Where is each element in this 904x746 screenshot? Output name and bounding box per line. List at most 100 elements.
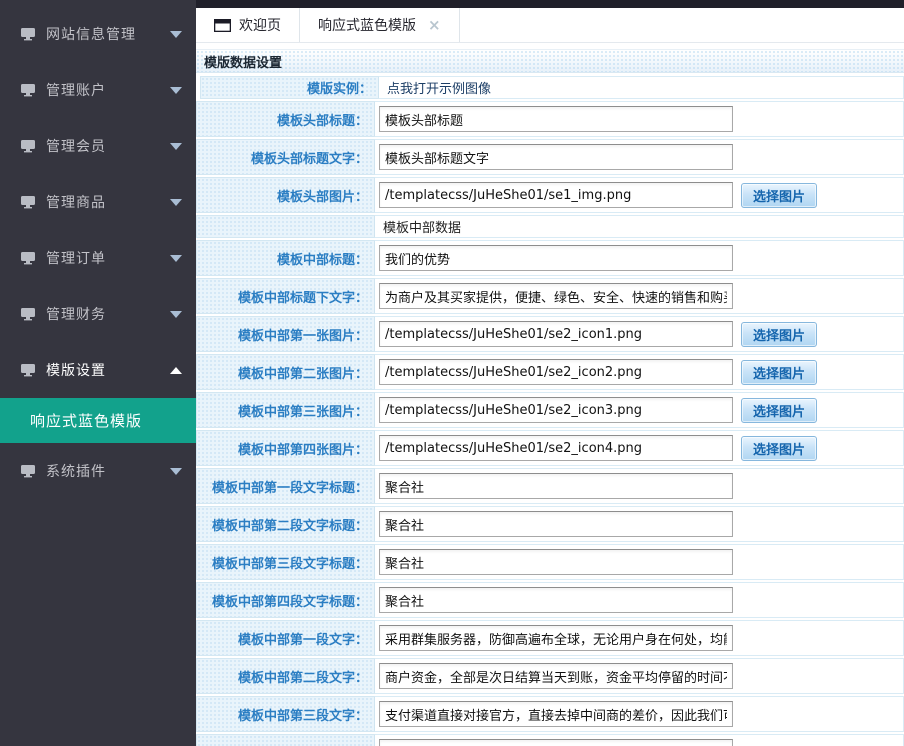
sidebar-item[interactable]: 模版设置 [0, 342, 196, 398]
field-value-cell: 选择图片 [374, 177, 904, 213]
field-label-cell: 模板中部标题： [196, 240, 374, 276]
field-label: 模板中部第二张图片： [238, 363, 368, 382]
choose-image-button[interactable]: 选择图片 [741, 398, 817, 423]
field-value-cell [374, 506, 904, 542]
field-input[interactable] [379, 283, 733, 309]
monitor-icon [20, 139, 36, 153]
field-label-cell: 模板中部第四段文字： [196, 734, 374, 746]
field-label-cell [196, 215, 374, 238]
field-input[interactable] [379, 739, 733, 746]
sidebar-item[interactable]: 管理商品 [0, 174, 196, 230]
field-label: 模板中部第二段文字： [238, 667, 368, 686]
field-label-cell: 模板头部图片： [196, 177, 374, 213]
tab-label: 响应式蓝色模版 [318, 15, 416, 35]
field-input[interactable] [379, 587, 733, 613]
form-row: 模板中部第四段文字： [196, 734, 904, 746]
chevron-down-icon [170, 87, 182, 94]
close-icon[interactable]: × [428, 16, 441, 34]
form-row: 模板中部第三段文字： [196, 696, 904, 732]
sidebar-item-label: 管理商品 [46, 192, 170, 212]
field-label: 模板中部第四段文字： [238, 743, 368, 746]
monitor-icon [20, 27, 36, 41]
field-label: 模板中部第四段文字标题： [212, 591, 368, 610]
field-label: 模板中部第二段文字标题： [212, 515, 368, 534]
sidebar-subitem-active[interactable]: 响应式蓝色模版 [0, 398, 196, 443]
field-value-cell: 选择图片 [374, 392, 904, 428]
field-value-cell: 选择图片 [374, 316, 904, 352]
field-input[interactable] [379, 359, 733, 385]
field-label: 模板中部标题下文字： [238, 287, 368, 306]
field-input[interactable] [379, 701, 733, 727]
field-label-cell: 模板中部第三段文字标题： [196, 544, 374, 580]
field-input[interactable] [379, 435, 733, 461]
field-label: 模版实例： [307, 78, 372, 97]
field-input[interactable] [379, 625, 733, 651]
field-label-cell: 模板头部标题文字： [196, 139, 374, 175]
tab-active[interactable]: 响应式蓝色模版 × [300, 8, 460, 42]
sidebar-item[interactable]: 管理账户 [0, 62, 196, 118]
sidebar-subitem-label: 响应式蓝色模版 [30, 410, 142, 431]
tab-label: 欢迎页 [239, 15, 281, 35]
sidebar-item[interactable]: 管理财务 [0, 286, 196, 342]
field-label: 模板中部第一段文字标题： [212, 477, 368, 496]
sidebar-item[interactable]: 管理订单 [0, 230, 196, 286]
field-label: 模板中部标题： [277, 249, 368, 268]
sidebar: 网站信息管理管理账户管理会员管理商品管理订单管理财务模版设置响应式蓝色模版系统插… [0, 0, 196, 746]
sidebar-item[interactable]: 系统插件 [0, 443, 196, 499]
section-title: 模板中部数据 [379, 217, 461, 236]
sidebar-item-label: 管理账户 [46, 80, 170, 100]
form-row: 模板中部第四张图片：选择图片 [196, 430, 904, 466]
field-value-cell [374, 658, 904, 694]
tab[interactable]: 欢迎页 [196, 8, 300, 42]
form-row: 模版实例： 点我打开示例图像 [196, 76, 904, 99]
field-value-cell [374, 734, 904, 746]
monitor-icon [20, 83, 36, 97]
field-value-cell: 选择图片 [374, 354, 904, 390]
field-input[interactable] [379, 106, 733, 132]
field-value-cell: 模板中部数据 [374, 215, 904, 238]
sidebar-item-label: 管理财务 [46, 304, 170, 324]
choose-image-button[interactable]: 选择图片 [741, 436, 817, 461]
tab-bar: 欢迎页 响应式蓝色模版 × [196, 8, 904, 43]
choose-image-button[interactable]: 选择图片 [741, 183, 817, 208]
form-rows: 模版实例：点我打开示例图像模板头部标题：模板头部标题文字：模板头部图片：选择图片… [196, 73, 904, 746]
field-value-cell [374, 139, 904, 175]
field-input[interactable] [379, 511, 733, 537]
form-row: 模板中部第三张图片： 选择图片 [196, 392, 904, 428]
field-value-cell [374, 620, 904, 656]
form-row: 模板中部数据 [196, 215, 904, 238]
field-input[interactable] [379, 182, 733, 208]
field-input[interactable] [379, 144, 733, 170]
choose-image-button[interactable]: 选择图片 [741, 360, 817, 385]
field-label-cell: 模板中部第三张图片： [196, 392, 374, 428]
field-input[interactable] [379, 397, 733, 423]
field-input[interactable] [379, 245, 733, 271]
field-label-cell: 模板中部第二张图片： [196, 354, 374, 390]
form-row: 模板中部第二张图片： 选择图片 [196, 354, 904, 390]
field-input[interactable] [379, 321, 733, 347]
chevron-up-icon [170, 367, 182, 374]
field-label-cell: 模板中部第三段文字： [196, 696, 374, 732]
monitor-icon [20, 464, 36, 478]
field-label: 模板中部第三张图片： [238, 401, 368, 420]
sidebar-item[interactable]: 网站信息管理 [0, 6, 196, 62]
field-label-cell: 模板中部第一段文字： [196, 620, 374, 656]
field-input[interactable] [379, 663, 733, 689]
form-row: 模板头部标题文字： [196, 139, 904, 175]
monitor-icon [20, 363, 36, 377]
field-label: 模板头部标题文字： [251, 148, 368, 167]
field-label: 模板中部第三段文字： [238, 705, 368, 724]
field-input[interactable] [379, 473, 733, 499]
chevron-down-icon [170, 311, 182, 318]
open-example-link[interactable]: 点我打开示例图像 [383, 78, 491, 97]
monitor-icon [20, 251, 36, 265]
sidebar-item[interactable]: 管理会员 [0, 118, 196, 174]
form-row: 模板中部第一段文字标题： [196, 468, 904, 504]
choose-image-button[interactable]: 选择图片 [741, 322, 817, 347]
field-value-cell: 点我打开示例图像 [378, 76, 904, 99]
field-input[interactable] [379, 549, 733, 575]
field-value-cell [374, 101, 904, 137]
form-row: 模板中部第二段文字： [196, 658, 904, 694]
sidebar-item-label: 系统插件 [46, 461, 170, 481]
window-icon [214, 19, 231, 32]
